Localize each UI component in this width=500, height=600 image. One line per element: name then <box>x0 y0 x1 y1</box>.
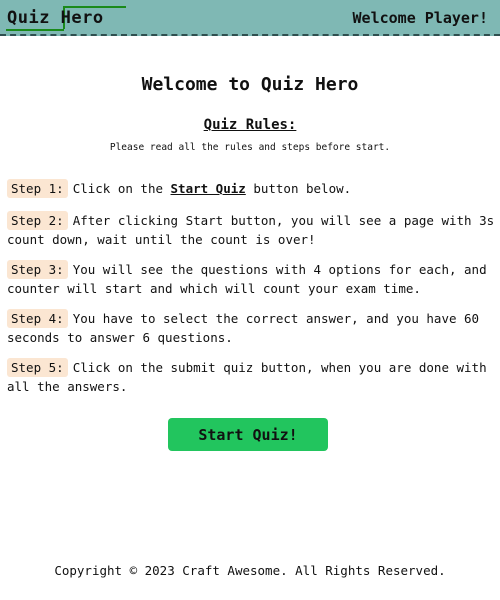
step-label: Step 3: <box>7 260 68 279</box>
step-label: Step 5: <box>7 358 68 377</box>
rules-title: Quiz Rules: <box>203 117 297 133</box>
step-3: Step 3: You will see the questions with 4… <box>7 260 495 298</box>
logo-underline <box>6 29 64 31</box>
step-text: You will see the questions with 4 option… <box>7 262 487 296</box>
start-quiz-button[interactable]: Start Quiz! <box>168 418 328 451</box>
step-label: Step 1: <box>7 179 68 198</box>
step-label: Step 2: <box>7 211 68 230</box>
logo[interactable]: Quiz Hero <box>7 8 104 28</box>
step-4: Step 4: You have to select the correct an… <box>7 309 495 347</box>
step-5: Step 5: Click on the submit quiz button, … <box>7 358 495 396</box>
rules-subtitle: Please read all the rules and steps befo… <box>109 142 391 153</box>
step-text: Click on the submit quiz button, when yo… <box>7 360 487 394</box>
welcome-player-text: Welcome Player! <box>352 9 488 27</box>
step-label: Step 4: <box>7 309 68 328</box>
start-quiz-mention: Start Quiz <box>170 181 246 196</box>
page-title: Welcome to Quiz Hero <box>141 74 359 95</box>
step-text: You have to select the correct answer, a… <box>7 311 480 345</box>
step-text: button below. <box>245 181 352 196</box>
step-2: Step 2: After clicking Start button, you … <box>7 211 495 249</box>
step-text: Click on the <box>72 181 171 196</box>
header-bar: Quiz Hero Welcome Player! <box>0 0 500 36</box>
step-text: After clicking Start button, you will se… <box>7 213 495 247</box>
step-1: Step 1: Click on the Start Quiz button be… <box>7 179 495 198</box>
footer-copyright: Copyright © 2023 Craft Awesome. All Righ… <box>54 563 446 578</box>
